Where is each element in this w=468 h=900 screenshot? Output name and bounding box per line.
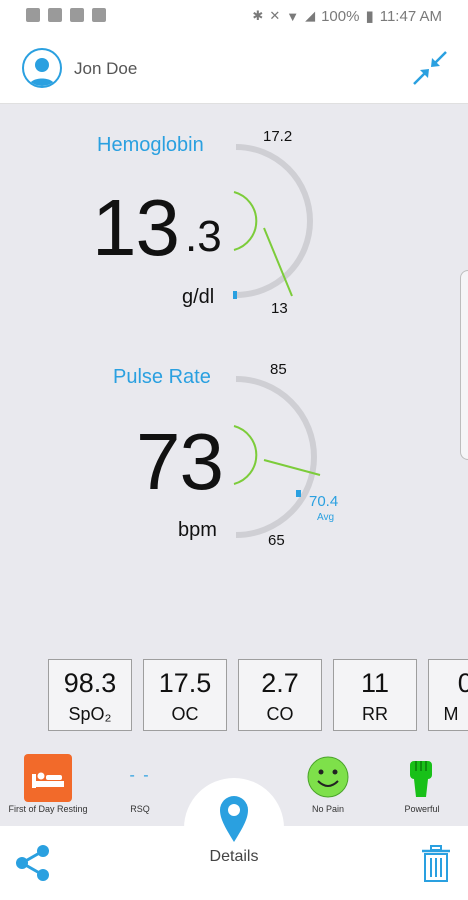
metric-label: SpO₂ <box>68 704 112 724</box>
hemoglobin-unit: g/dl <box>182 286 215 308</box>
power-label: Powerful <box>404 804 440 814</box>
metrics-row: 98.3 SpO₂ 17.5 OC 2.7 CO 11 RR 0. M <box>0 659 468 733</box>
clock: 11:47 AM <box>379 7 442 25</box>
metric-card-spo2[interactable]: 98.3 SpO₂ <box>48 659 132 731</box>
hemoglobin-max-label: 17.2 <box>263 128 293 145</box>
hemoglobin-value: 13 <box>92 183 180 272</box>
hemoglobin-value-decimal: .3 <box>185 212 222 261</box>
collapse-button[interactable] <box>408 46 452 90</box>
power-status[interactable] <box>404 757 438 799</box>
metric-value: 17.5 <box>158 668 212 698</box>
user-name: Jon Doe <box>74 59 138 78</box>
metric-card-rr[interactable]: 11 RR <box>333 659 417 731</box>
avatar[interactable] <box>22 48 62 88</box>
mute-icon: ✕ <box>269 8 281 23</box>
pulse-rate-avg-value: 70.4 <box>309 493 339 510</box>
raised-fist-icon <box>410 761 432 797</box>
details-label: Details <box>209 848 259 865</box>
side-drawer-handle[interactable] <box>460 270 468 460</box>
location-pin-icon <box>220 796 248 842</box>
rsq-label: RSQ <box>130 804 150 814</box>
pulse-rate-value: 73 <box>136 417 224 506</box>
metric-value: 11 <box>360 668 390 698</box>
hemoglobin-title: Hemoglobin <box>97 134 204 156</box>
metric-value: 0. <box>429 668 468 699</box>
pulse-rate-min-label: 65 <box>268 532 285 549</box>
metric-label: RR <box>362 704 388 724</box>
metric-value: 2.7 <box>261 668 299 698</box>
status-bar: ✱ ✕ ▼ ◢ 100% ▮ 11:47 AM <box>0 0 468 32</box>
pulse-rate-gauge: Pulse Rate 85 73 70.4 Avg bpm 65 <box>0 356 468 566</box>
metric-card-co[interactable]: 2.7 CO <box>238 659 322 731</box>
pain-label: No Pain <box>311 804 345 814</box>
bluetooth-icon: ✱ <box>252 8 264 23</box>
wifi-icon: ▼ <box>286 8 300 24</box>
collapse-arrows-icon <box>413 51 447 85</box>
app-notification-icon <box>92 8 106 22</box>
trash-icon <box>422 845 450 882</box>
resting-label: First of Day Resting <box>8 804 88 814</box>
app-header: Jon Doe <box>0 32 468 104</box>
resting-status[interactable] <box>24 754 72 802</box>
share-icon <box>16 845 49 881</box>
pulse-rate-title: Pulse Rate <box>113 366 211 388</box>
metric-card-oc[interactable]: 17.5 OC <box>143 659 227 731</box>
share-button[interactable] <box>14 844 50 882</box>
battery-icon: ▮ <box>365 8 374 25</box>
pulse-rate-max-label: 85 <box>270 361 287 378</box>
bed-resting-icon <box>32 772 64 788</box>
metric-card-m[interactable]: 0. M <box>428 659 468 731</box>
hemoglobin-gauge: Hemoglobin 17.2 13 .3 g/dl 13 <box>0 104 468 334</box>
rsq-value[interactable]: - - <box>110 767 170 785</box>
battery-percent: 100% <box>321 7 360 25</box>
pulse-rate-unit: bpm <box>178 519 217 541</box>
photo-notification-icon <box>48 8 62 22</box>
pulse-rate-avg-label: Avg <box>317 512 335 523</box>
metric-label: OC <box>171 704 199 724</box>
metric-label: M <box>443 704 459 724</box>
signal-icon: ◢ <box>305 8 316 23</box>
lock-notification-icon <box>70 8 84 22</box>
gallery-notification-icon <box>26 8 40 22</box>
metric-label: CO <box>266 704 294 724</box>
smiley-face-icon <box>307 756 349 798</box>
delete-button[interactable] <box>420 845 452 883</box>
pain-status[interactable] <box>306 755 350 799</box>
pulse-rate-gauge-arc <box>233 376 321 538</box>
metric-value: 98.3 <box>63 668 117 698</box>
person-icon <box>29 58 55 86</box>
hemoglobin-gauge-arc <box>233 144 313 299</box>
hemoglobin-min-label: 13 <box>271 300 288 317</box>
